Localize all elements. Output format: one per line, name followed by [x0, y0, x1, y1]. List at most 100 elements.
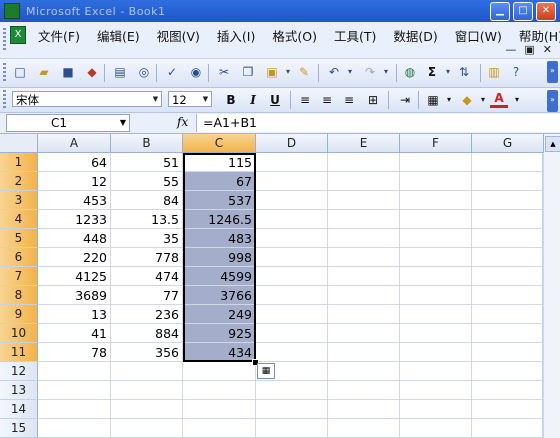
cell-e7[interactable]	[328, 267, 400, 286]
doc-minimize-button[interactable]: —	[505, 43, 516, 56]
new-icon[interactable]: □	[12, 64, 28, 80]
cell-e2[interactable]	[328, 172, 400, 191]
cell-a3[interactable]: 453	[38, 191, 111, 210]
cell-a7[interactable]: 4125	[38, 267, 111, 286]
cell-g15[interactable]	[472, 419, 544, 438]
cell-g5[interactable]	[472, 229, 544, 248]
cell-f6[interactable]	[400, 248, 472, 267]
cell-g7[interactable]	[472, 267, 544, 286]
cell-d8[interactable]	[256, 286, 328, 305]
menu-item[interactable]: 视图(V)	[157, 26, 200, 45]
cell-f13[interactable]	[400, 381, 472, 400]
cell-g14[interactable]	[472, 400, 544, 419]
cell-c5[interactable]: 483	[183, 229, 256, 248]
cell-a6[interactable]: 220	[38, 248, 111, 267]
cell-f5[interactable]	[400, 229, 472, 248]
size-dropdown-icon[interactable]: ▼	[201, 93, 210, 105]
cell-a12[interactable]	[38, 362, 111, 381]
redo-icon[interactable]: ↷	[362, 64, 378, 80]
cell-e6[interactable]	[328, 248, 400, 267]
menu-item[interactable]: 格式(O)	[272, 26, 317, 45]
row-header[interactable]: 2	[0, 172, 38, 191]
cell-f11[interactable]	[400, 343, 472, 362]
cell-d10[interactable]	[256, 324, 328, 343]
cell-c7[interactable]: 4599	[183, 267, 256, 286]
row-header[interactable]: 5	[0, 229, 38, 248]
sort-ascending-icon[interactable]: ⇅	[456, 64, 472, 80]
cell-a2[interactable]: 12	[38, 172, 111, 191]
help-icon[interactable]: ?	[508, 64, 524, 80]
cell-g13[interactable]	[472, 381, 544, 400]
cell-a8[interactable]: 3689	[38, 286, 111, 305]
cell-b13[interactable]	[111, 381, 183, 400]
cell-b11[interactable]: 356	[111, 343, 183, 362]
menu-item[interactable]: 文件(F)	[38, 26, 80, 45]
cell-b9[interactable]: 236	[111, 305, 183, 324]
cell-b7[interactable]: 474	[111, 267, 183, 286]
cell-g1[interactable]	[472, 153, 544, 172]
cell-e4[interactable]	[328, 210, 400, 229]
cell-b6[interactable]: 778	[111, 248, 183, 267]
row-header[interactable]: 9	[0, 305, 38, 324]
cut-icon[interactable]: ✂	[216, 64, 232, 80]
cell-a10[interactable]: 41	[38, 324, 111, 343]
cell-g12[interactable]	[472, 362, 544, 381]
autosum-icon[interactable]: Σ	[424, 64, 440, 80]
cell-d9[interactable]	[256, 305, 328, 324]
cell-c15[interactable]	[183, 419, 256, 438]
redo-dropdown-icon[interactable]: ▾	[378, 64, 394, 80]
cell-g8[interactable]	[472, 286, 544, 305]
format-painter-icon[interactable]: ✎	[296, 64, 312, 80]
cell-a11[interactable]: 78	[38, 343, 111, 362]
minimize-button[interactable]: ▁	[490, 2, 510, 21]
cell-c1[interactable]: 115	[183, 153, 256, 172]
undo-icon[interactable]: ↶	[326, 64, 342, 80]
cell-e1[interactable]	[328, 153, 400, 172]
toolbar-grip-handle[interactable]	[3, 63, 6, 81]
cell-d1[interactable]	[256, 153, 328, 172]
menu-item[interactable]: 数据(D)	[393, 26, 437, 45]
copy-icon[interactable]: ❐	[240, 64, 256, 80]
menu-item[interactable]: 窗口(W)	[455, 26, 502, 45]
auto-fill-options-icon[interactable]: ▦	[257, 363, 275, 379]
formula-input[interactable]: =A1+B1	[196, 114, 560, 132]
row-header[interactable]: 15	[0, 419, 38, 438]
cell-d13[interactable]	[256, 381, 328, 400]
cell-d6[interactable]	[256, 248, 328, 267]
column-header-d[interactable]: D	[256, 134, 328, 153]
cell-e3[interactable]	[328, 191, 400, 210]
column-header-f[interactable]: F	[400, 134, 472, 153]
print-preview-icon[interactable]: ◎	[136, 64, 152, 80]
cell-f4[interactable]	[400, 210, 472, 229]
cell-e14[interactable]	[328, 400, 400, 419]
cell-c13[interactable]	[183, 381, 256, 400]
cell-a4[interactable]: 1233	[38, 210, 111, 229]
borders-dropdown-icon[interactable]: ▾	[440, 91, 458, 109]
paste-dropdown-icon[interactable]: ▾	[280, 64, 296, 80]
cell-c11[interactable]: 434	[183, 343, 256, 362]
select-all-corner[interactable]	[0, 134, 38, 153]
name-box[interactable]: C1 ▼	[6, 114, 130, 132]
doc-restore-button[interactable]: ▣	[524, 43, 534, 56]
cell-c6[interactable]: 998	[183, 248, 256, 267]
toolbar-options-icon[interactable]: »	[547, 90, 558, 112]
cell-d15[interactable]	[256, 419, 328, 438]
font-name-select[interactable]: 宋体 ▼	[12, 91, 162, 107]
research-icon[interactable]: ◉	[188, 64, 204, 80]
paste-icon[interactable]: ▣	[264, 64, 280, 80]
merge-center-icon[interactable]: ⊞	[364, 91, 382, 109]
cell-a15[interactable]	[38, 419, 111, 438]
menu-item[interactable]: 工具(T)	[334, 26, 376, 45]
toolbar-grip-handle[interactable]	[3, 90, 6, 108]
cell-f8[interactable]	[400, 286, 472, 305]
row-header[interactable]: 13	[0, 381, 38, 400]
italic-button[interactable]: I	[244, 91, 262, 109]
vertical-scrollbar[interactable]: ▲	[542, 134, 560, 438]
cell-d5[interactable]	[256, 229, 328, 248]
cell-c2[interactable]: 67	[183, 172, 256, 191]
undo-dropdown-icon[interactable]: ▾	[342, 64, 358, 80]
row-header[interactable]: 3	[0, 191, 38, 210]
cell-f1[interactable]	[400, 153, 472, 172]
cell-b10[interactable]: 884	[111, 324, 183, 343]
cell-c8[interactable]: 3766	[183, 286, 256, 305]
